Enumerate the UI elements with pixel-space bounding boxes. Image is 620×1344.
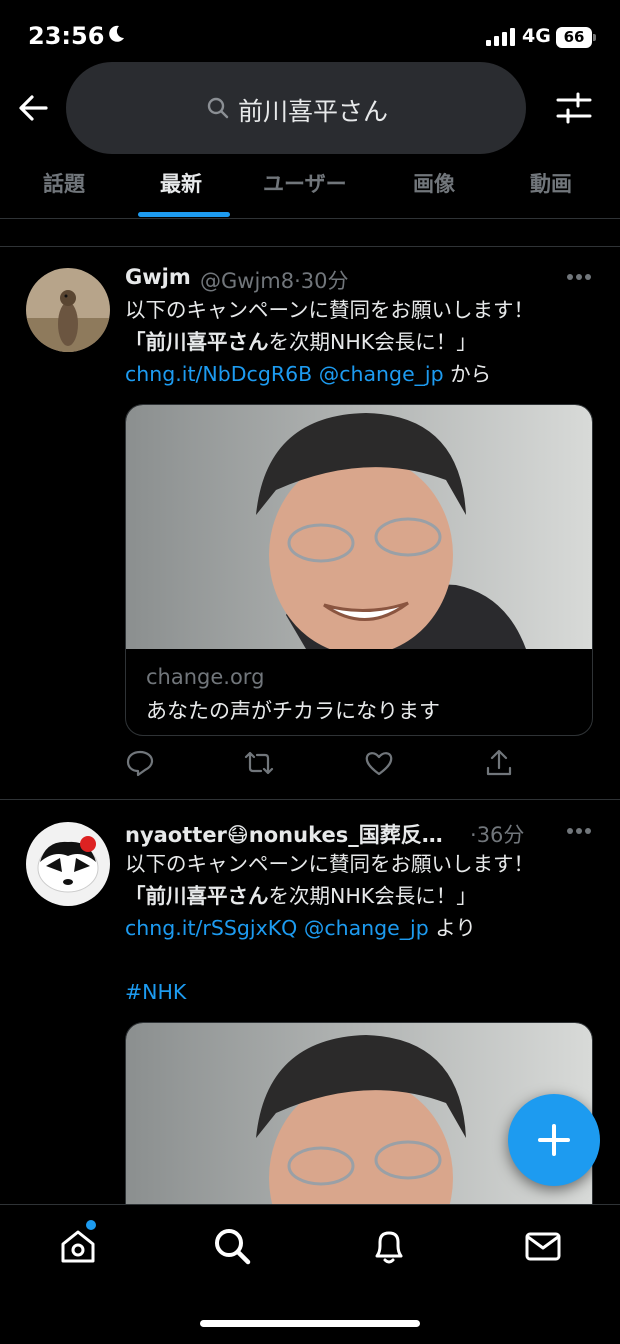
tweet-text-line: 以下のキャンペーンに賛同をお願いします！ — [125, 852, 534, 876]
battery-level: 66 — [563, 28, 585, 46]
signal-icon — [486, 28, 515, 46]
search-query[interactable]: 前川喜平さん — [238, 92, 388, 128]
dot-separator: · — [294, 269, 301, 293]
timestamp[interactable]: 36分 — [477, 823, 525, 847]
card-domain: change.org — [146, 665, 265, 689]
mail-icon[interactable] — [523, 1226, 563, 1266]
more-icon[interactable] — [566, 273, 592, 281]
tab-indicator — [138, 212, 230, 217]
handle[interactable]: @Gwjm8 — [200, 269, 294, 293]
card-photo — [126, 405, 592, 649]
tab-users[interactable]: ユーザー — [263, 168, 347, 198]
tab-top[interactable]: 話題 — [43, 168, 85, 198]
tweet-text-line: 「前川喜平さんを次期NHK会長に！」 — [125, 326, 477, 358]
tweet-text-line: 「前川喜平さんを次期NHK会長に！」 — [125, 880, 477, 912]
meerkat-avatar-image — [26, 268, 110, 352]
kitty-avatar-image — [26, 822, 110, 906]
card-title: あなたの声がチカラになります — [146, 699, 440, 723]
display-name[interactable]: Gwjm — [125, 265, 191, 289]
tweet-text: より — [435, 916, 476, 940]
search-tabs: 話題 最新 ユーザー 画像 動画 — [0, 160, 620, 219]
link-card[interactable]: change.org あなたの声がチカラになります — [125, 404, 593, 736]
tweet-text: を次期NHK会長に！」 — [268, 330, 477, 354]
avatar[interactable] — [26, 268, 110, 352]
arrow-left-icon[interactable] — [14, 88, 54, 128]
share-icon[interactable] — [484, 748, 514, 778]
network-label: 4G — [522, 25, 551, 47]
moon-icon — [109, 25, 124, 42]
status-time: 23:56 — [28, 22, 105, 50]
timestamp[interactable]: 30分 — [301, 269, 349, 293]
tab-images[interactable]: 画像 — [413, 168, 455, 198]
plus-icon — [538, 1124, 570, 1156]
tweet-meta: ·36分 — [470, 819, 524, 849]
tweet-text-line: chng.it/NbDcgR6B @change_jp から — [125, 358, 491, 390]
highlighted-term: 「前川喜平さん — [125, 330, 269, 354]
sliders-icon[interactable] — [554, 90, 594, 126]
tweet-meta: @Gwjm8·30分 — [200, 265, 349, 295]
display-name[interactable]: nyaotter😷nonukes_国葬反… — [125, 819, 470, 849]
heart-icon[interactable] — [364, 748, 394, 778]
tweet-text: を次期NHK会長に！」 — [268, 884, 477, 908]
bell-icon[interactable] — [369, 1226, 409, 1266]
hashtag-link[interactable]: #NHK — [125, 976, 186, 1008]
compose-button[interactable] — [508, 1094, 600, 1186]
battery-icon: 66 — [556, 27, 592, 48]
battery-nub — [593, 34, 596, 41]
tweet-text: から — [450, 362, 492, 386]
home-icon[interactable] — [58, 1226, 98, 1266]
search-icon[interactable] — [212, 1226, 252, 1266]
search-icon — [207, 97, 229, 119]
link[interactable]: chng.it/rSSgjxKQ — [125, 916, 297, 940]
tab-videos[interactable]: 動画 — [530, 168, 572, 198]
reply-icon[interactable] — [125, 748, 155, 778]
divider — [0, 799, 620, 800]
more-icon[interactable] — [566, 827, 592, 835]
retweet-icon[interactable] — [244, 748, 274, 778]
mention-link[interactable]: @change_jp — [319, 362, 444, 386]
link[interactable]: chng.it/NbDcgR6B — [125, 362, 312, 386]
tweet-text-line: 以下のキャンペーンに賛同をお願いします！ — [125, 298, 534, 322]
mention-link[interactable]: @change_jp — [304, 916, 429, 940]
divider — [0, 246, 620, 247]
notification-dot — [86, 1220, 96, 1230]
home-indicator[interactable] — [200, 1320, 420, 1327]
avatar[interactable] — [26, 822, 110, 906]
highlighted-term: 「前川喜平さん — [125, 884, 269, 908]
tweet-text-line: chng.it/rSSgjxKQ @change_jp より — [125, 912, 476, 944]
tab-latest[interactable]: 最新 — [160, 168, 202, 198]
dot-separator: · — [470, 823, 477, 847]
